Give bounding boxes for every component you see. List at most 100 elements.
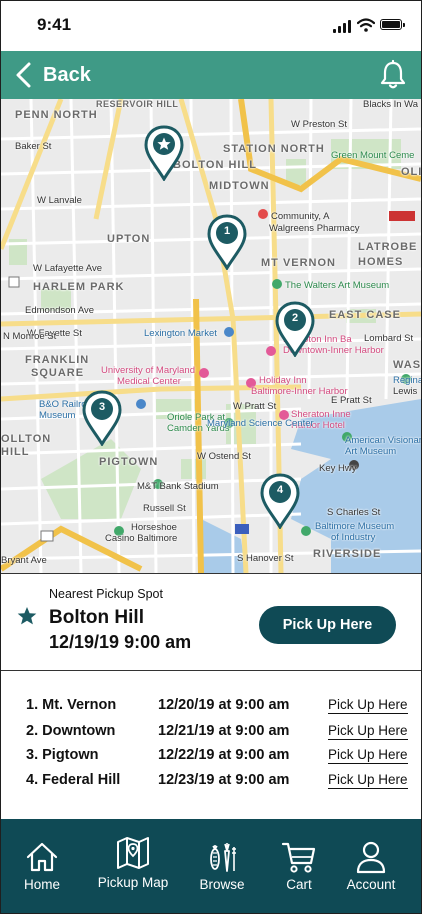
map-poi-s-hanover: S Hanover St xyxy=(237,553,294,564)
map-poi-lexington: Lexington Market xyxy=(144,328,217,339)
map-label-harlem-park: HARLEM PARK xyxy=(33,281,125,293)
map-poi-lombard: Lombard St xyxy=(364,333,414,344)
produce-icon xyxy=(210,843,236,872)
back-button[interactable]: Back xyxy=(13,51,91,99)
nearest-pickup-panel: Nearest Pickup Spot Bolton Hill 12/19/19… xyxy=(1,573,421,671)
map-label-east-case: EAST CASE xyxy=(329,309,401,321)
map-poi-umd-2: Medical Center xyxy=(117,376,181,387)
map-poi-monroe: N Monroe St xyxy=(3,331,57,342)
back-label: Back xyxy=(43,63,91,86)
nav-pickup-map-label: Pickup Map xyxy=(97,875,169,890)
nav-browse[interactable]: Browse xyxy=(191,819,253,913)
pickup-list: 1. Mt. Vernon 12/20/19 at 9:00 am Pick U… xyxy=(1,671,421,819)
map-poi-green-mount: Green Mount Ceme xyxy=(331,150,415,161)
map-poi-horseshoe-2: Casino Baltimore xyxy=(105,533,178,544)
map-poi-walgreens: Walgreens Pharmacy xyxy=(269,223,360,234)
pickup-location: 1. Mt. Vernon xyxy=(26,697,117,713)
map-label-upton: UPTON xyxy=(107,233,151,245)
pickup-time: 12/20/19 at 9:00 am xyxy=(158,697,290,713)
map-poi-avm-2: Art Museum xyxy=(345,446,397,457)
nav-home[interactable]: Home xyxy=(11,819,73,913)
map-poi-walters: The Walters Art Museum xyxy=(285,280,390,291)
nav-browse-label: Browse xyxy=(199,877,245,892)
map-label-riverside: RIVERSIDE xyxy=(313,548,382,560)
map-label-hill: HILL xyxy=(1,446,30,458)
map-poi-blacks: Blacks In Wa xyxy=(363,99,419,110)
star-icon xyxy=(17,607,37,625)
list-item: 4. Federal Hill 12/23/19 at 9:00 am Pick… xyxy=(1,772,421,796)
pickup-location: 3. Pigtown xyxy=(26,747,99,763)
list-item: 1. Mt. Vernon 12/20/19 at 9:00 am Pick U… xyxy=(1,697,421,721)
map-pin-1[interactable]: 1 xyxy=(206,214,248,270)
nearest-caption: Nearest Pickup Spot xyxy=(49,587,163,601)
signal-icon xyxy=(333,20,353,33)
map-poi-umd-1: University of Maryland xyxy=(101,365,195,376)
pickup-time: 12/21/19 at 9:00 am xyxy=(158,723,290,739)
map-poi-science: Maryland Science Center xyxy=(207,418,314,429)
account-icon xyxy=(356,841,386,874)
map-poi-mt-bank: M&T Bank Stadium xyxy=(137,481,219,492)
map-pin-2-label: 2 xyxy=(291,312,299,324)
map-pin-bolton-hill[interactable] xyxy=(143,125,185,181)
map-label-wash: WASH xyxy=(393,359,421,371)
map-poi-s-charles: S Charles St xyxy=(327,507,381,518)
pickup-time: 12/23/19 at 9:00 am xyxy=(158,772,290,788)
map-poi-community: Community, A xyxy=(271,211,330,222)
app-screen: 9:41 Back PENN NORTH RESERVOIR HILL STAT… xyxy=(0,0,422,914)
pick-up-here-link[interactable]: Pick Up Here xyxy=(328,723,408,740)
map-poi-holiday-1: Holiday Inn xyxy=(259,375,307,386)
status-time: 9:41 xyxy=(37,15,72,34)
notification-bell-icon[interactable] xyxy=(377,59,409,91)
battery-icon xyxy=(380,19,405,30)
map-poi-w-lafayette: W Lafayette Ave xyxy=(33,263,103,274)
map-pin-2[interactable]: 2 xyxy=(274,301,316,357)
map-poi-bmi-2: of Industry xyxy=(331,532,376,543)
map-label-station-north: STATION NORTH xyxy=(223,143,325,155)
pickup-time: 12/22/19 at 9:00 am xyxy=(158,747,290,763)
nav-account-label: Account xyxy=(346,877,396,892)
wifi-icon xyxy=(357,18,375,32)
header-bar: Back xyxy=(1,51,421,99)
map-poi-baker: Baker St xyxy=(15,141,52,152)
pickup-location: 2. Downtown xyxy=(26,723,116,739)
map-label-square: SQUARE xyxy=(31,367,85,379)
map-label-penn-north: PENN NORTH xyxy=(15,109,98,121)
map-poi-bo-2: Museum xyxy=(39,410,76,421)
pickup-map[interactable]: PENN NORTH RESERVOIR HILL STATION NORTH … xyxy=(1,99,421,573)
nav-cart-label: Cart xyxy=(286,877,312,892)
map-poi-bmi-1: Baltimore Museum xyxy=(315,521,395,532)
map-pin-1-label: 1 xyxy=(223,225,231,237)
list-item: 3. Pigtown 12/22/19 at 9:00 am Pick Up H… xyxy=(1,747,421,771)
map-label-oli: OLI xyxy=(401,166,421,178)
map-poi-key-hwy: Key Hwy xyxy=(319,463,357,474)
map-poi-edmondson: Edmondson Ave xyxy=(25,305,95,316)
map-label-homes: HOMES xyxy=(358,256,404,268)
status-bar: 9:41 xyxy=(1,1,421,51)
nav-pickup-map[interactable]: Pickup Map xyxy=(93,819,173,913)
pick-up-here-button[interactable]: Pick Up Here xyxy=(259,606,396,644)
pickup-location: 4. Federal Hill xyxy=(26,772,121,788)
map-label-latrobe: LATROBE xyxy=(358,241,418,253)
nav-account[interactable]: Account xyxy=(337,819,405,913)
map-label-mt-vernon: MT VERNON xyxy=(261,257,336,269)
map-icon xyxy=(117,837,149,869)
pick-up-here-link[interactable]: Pick Up Here xyxy=(328,747,408,764)
map-label-franklin: FRANKLIN xyxy=(25,354,90,366)
map-poi-w-ostend: W Ostend St xyxy=(197,451,251,462)
map-poi-w-pratt: W Pratt St xyxy=(233,401,277,412)
pick-up-here-link[interactable]: Pick Up Here xyxy=(328,697,408,714)
map-label-bolton-hill: BOLTON HILL xyxy=(173,159,257,171)
map-poi-w-preston: W Preston St xyxy=(291,119,347,130)
map-pin-4-label: 4 xyxy=(276,484,284,496)
map-poi-avm-1: American Visionar xyxy=(345,435,421,446)
cart-icon xyxy=(281,842,316,873)
map-poi-regina-1: Regina xyxy=(393,375,421,386)
map-poi-regina-2: Lewis xyxy=(393,386,418,397)
map-label-pigtown: PIGTOWN xyxy=(99,456,159,468)
list-item: 2. Downtown 12/21/19 at 9:00 am Pick Up … xyxy=(1,723,421,747)
nav-cart[interactable]: Cart xyxy=(269,819,329,913)
map-label-reservoir-hill: RESERVOIR HILL xyxy=(96,99,179,109)
map-pin-4[interactable]: 4 xyxy=(259,473,301,529)
pick-up-here-link[interactable]: Pick Up Here xyxy=(328,772,408,789)
map-pin-3[interactable]: 3 xyxy=(81,390,123,446)
